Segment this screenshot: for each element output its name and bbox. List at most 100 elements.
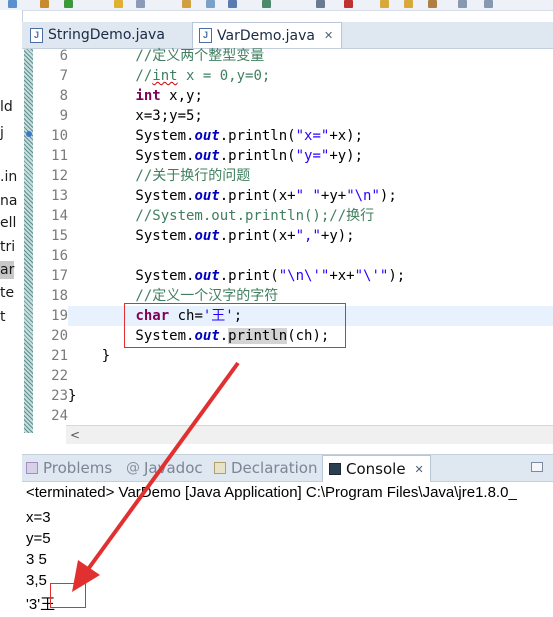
- forward-icon[interactable]: [484, 0, 493, 8]
- code-token: System.: [68, 188, 195, 204]
- code-line[interactable]: [68, 246, 553, 266]
- editor-icon[interactable]: [228, 0, 237, 8]
- code-editor[interactable]: 6 7 8 9 10 11 12 13 14 15 16 17 18 19 20 21 22 23 24 //定义两…: [22, 46, 553, 448]
- package-icon[interactable]: [40, 0, 49, 8]
- explorer-item[interactable]: ld: [0, 98, 13, 116]
- folder-icon[interactable]: [380, 0, 389, 8]
- console-line: x=3: [26, 509, 51, 526]
- code-token: "y=": [295, 148, 330, 164]
- close-icon[interactable]: ✕: [415, 463, 424, 476]
- close-icon[interactable]: ✕: [324, 29, 333, 42]
- code-token: +y);: [329, 148, 364, 164]
- code-token: out: [194, 268, 220, 284]
- at-icon: @: [126, 460, 140, 476]
- line-number: 21: [51, 348, 68, 364]
- pen-icon[interactable]: [428, 0, 437, 8]
- console-header: <terminated> VarDemo [Java Application] …: [26, 484, 517, 501]
- code-line[interactable]: //关于换行的问题: [68, 166, 553, 186]
- code-token: System.: [68, 268, 195, 284]
- breakpoint-marker-icon[interactable]: [26, 131, 32, 137]
- change-ruler: [24, 49, 33, 433]
- scroll-left-icon[interactable]: <: [70, 426, 80, 444]
- code-line[interactable]: System.out.print("\n\'"+x+"\'");: [68, 266, 553, 286]
- code-line[interactable]: }: [68, 346, 553, 366]
- code-line[interactable]: //int x = 0,y=0;: [68, 66, 553, 86]
- line-number: 20: [51, 328, 68, 344]
- code-token: //定义一个汉字的字符: [68, 288, 279, 304]
- open-type-icon[interactable]: [182, 0, 191, 8]
- line-number: 13: [51, 188, 68, 204]
- code-token: out: [194, 128, 220, 144]
- tab-label: Console: [346, 460, 406, 478]
- open-resource-icon[interactable]: [206, 0, 215, 8]
- explorer-item[interactable]: ell: [0, 214, 16, 232]
- back-icon[interactable]: [458, 0, 467, 8]
- next-annotation-icon[interactable]: [262, 0, 271, 8]
- code-line[interactable]: [68, 366, 553, 386]
- tab-label: VarDemo.java: [217, 27, 315, 44]
- code-line[interactable]: int x,y;: [68, 86, 553, 106]
- tab-problems[interactable]: Problems: [26, 455, 112, 481]
- code-token: );: [379, 188, 397, 204]
- explorer-item[interactable]: te: [0, 284, 14, 302]
- explorer-item[interactable]: .in: [0, 168, 17, 186]
- code-token: .print(x+: [219, 188, 296, 204]
- tab-label: Problems: [43, 459, 113, 477]
- highlight-icon[interactable]: [114, 0, 123, 8]
- previous-edit-icon[interactable]: [316, 0, 325, 8]
- code-token: +x);: [329, 128, 364, 144]
- tab-console[interactable]: Console ✕: [322, 455, 431, 482]
- code-token: x,y;: [160, 88, 203, 104]
- code-line[interactable]: System.out.print(x+","+y);: [68, 226, 553, 246]
- code-line[interactable]: System.out.println("y="+y);: [68, 146, 553, 166]
- minimize-icon[interactable]: [531, 462, 543, 472]
- explorer-item[interactable]: tri: [0, 238, 15, 256]
- console-output[interactable]: <terminated> VarDemo [Java Application] …: [22, 482, 553, 617]
- java-file-icon: J: [199, 28, 212, 43]
- code-line[interactable]: System.out.print(x+" "+y+"\n");: [68, 186, 553, 206]
- search-icon[interactable]: [8, 0, 17, 8]
- console-icon: [329, 463, 341, 475]
- code-token: out: [194, 148, 220, 164]
- horizontal-scrollbar[interactable]: <: [66, 425, 553, 444]
- code-line[interactable]: }: [68, 386, 553, 406]
- explorer-item[interactable]: j: [0, 124, 4, 142]
- console-line: y=5: [26, 530, 51, 547]
- line-number: 8: [59, 88, 68, 104]
- code-token: }: [68, 348, 111, 364]
- explorer-item[interactable]: na: [0, 192, 17, 210]
- problems-icon: [26, 462, 38, 474]
- package-explorer-strip: ld j .in na ell tri ar te t: [0, 10, 23, 448]
- code-token: out: [194, 188, 220, 204]
- code-token: //关于换行的问题: [68, 168, 251, 184]
- code-line[interactable]: //System.out.println();//换行: [68, 206, 553, 226]
- line-number: 24: [51, 408, 68, 424]
- tab-declaration[interactable]: Declaration: [214, 455, 317, 481]
- code-token: +y+: [320, 188, 347, 204]
- code-line[interactable]: x=3;y=5;: [68, 106, 553, 126]
- annotation-icon[interactable]: [136, 0, 145, 8]
- explorer-item[interactable]: t: [0, 308, 6, 326]
- stop-icon[interactable]: [344, 0, 353, 8]
- tab-vardemo[interactable]: J VarDemo.java ✕: [192, 22, 342, 48]
- code-token: +y);: [320, 228, 355, 244]
- code-token: );: [388, 268, 406, 284]
- code-line[interactable]: [68, 406, 553, 426]
- tab-javadoc[interactable]: @ Javadoc: [126, 455, 203, 481]
- code-token: .print(: [219, 268, 279, 284]
- code-token: ",": [295, 228, 321, 244]
- code-line[interactable]: //定义两个整型变量: [68, 46, 553, 66]
- folder-open-icon[interactable]: [404, 0, 413, 8]
- editor-tab-bar: J StringDemo.java J VarDemo.java ✕: [22, 22, 553, 49]
- code-token: //System.out.println();//换行: [68, 208, 375, 224]
- code-token: int: [152, 68, 178, 84]
- tab-stringdemo[interactable]: J StringDemo.java: [22, 22, 188, 48]
- explorer-item-selected[interactable]: ar: [0, 261, 15, 279]
- highlight-box-output: [50, 583, 86, 608]
- code-line[interactable]: System.out.println("x="+x);: [68, 126, 553, 146]
- code-token: "x=": [295, 128, 330, 144]
- code-token: +x+: [329, 268, 355, 284]
- run-icon[interactable]: [64, 0, 73, 8]
- line-number: 14: [51, 208, 68, 224]
